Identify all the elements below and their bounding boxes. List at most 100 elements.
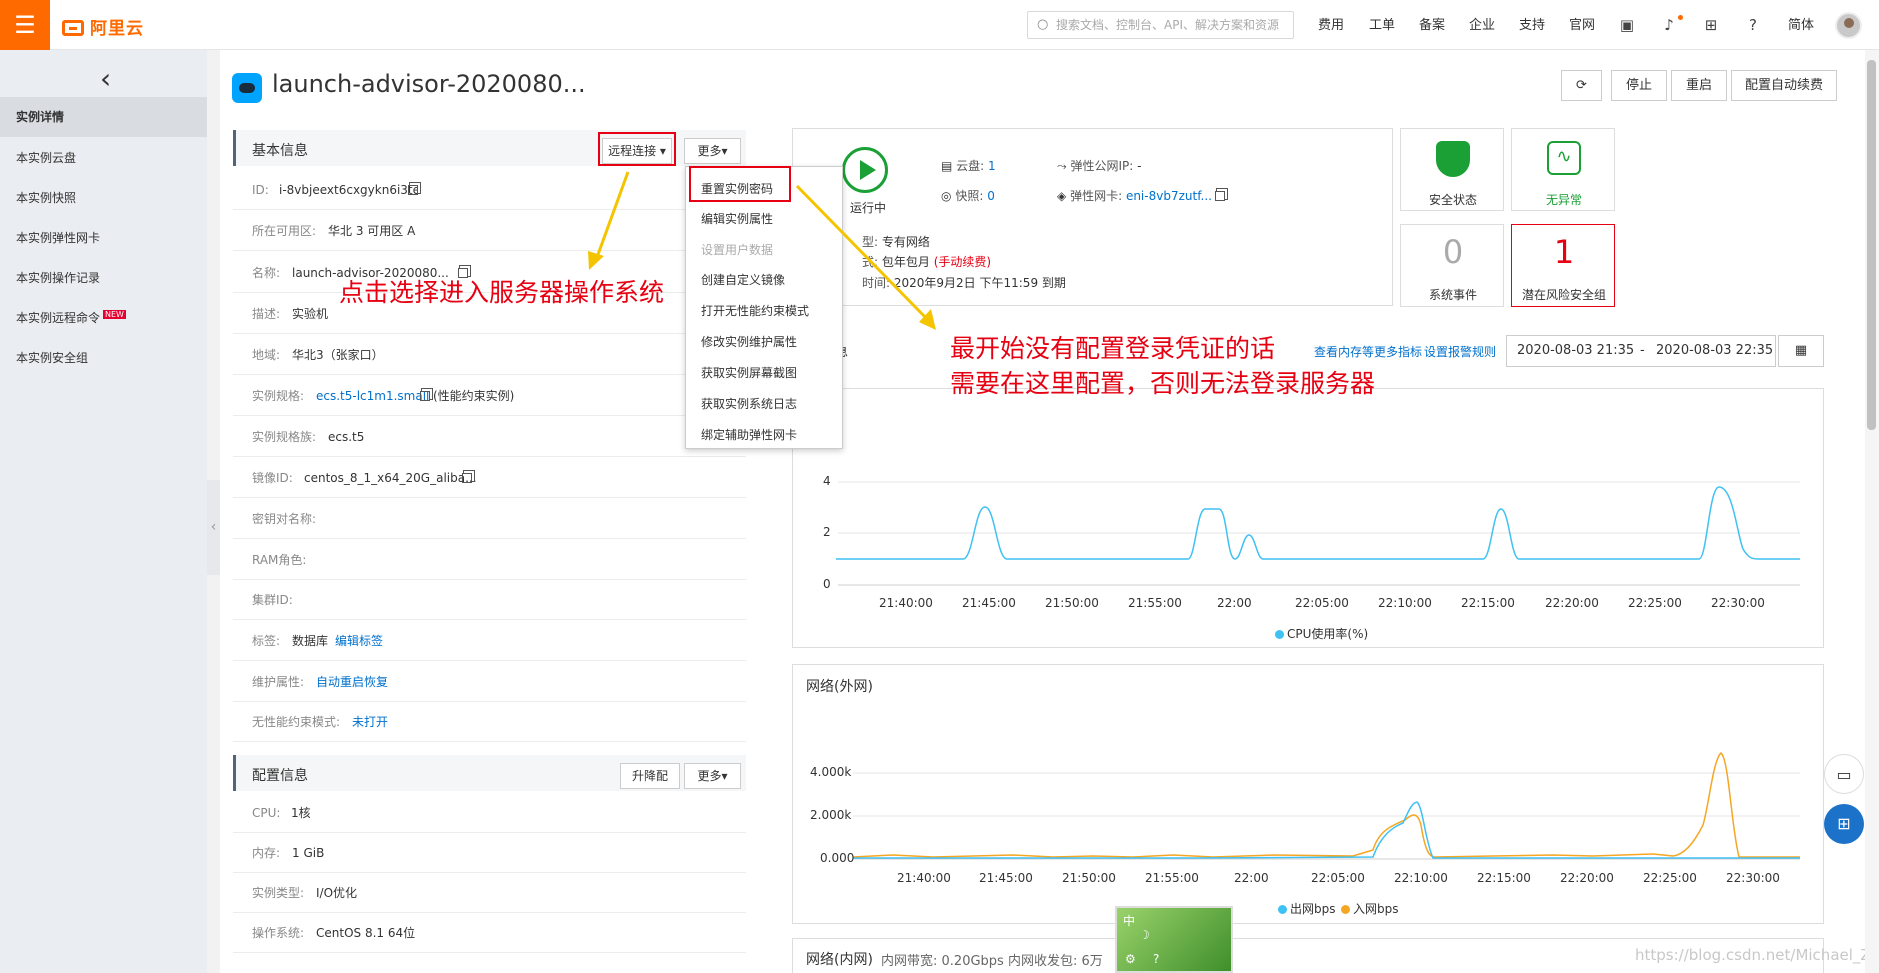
sidebar-item-eni[interactable]: 本实例弹性网卡 xyxy=(0,218,207,258)
moon-icon: ☽ xyxy=(1139,928,1150,942)
stop-button[interactable]: 停止 xyxy=(1611,70,1667,101)
network-chart: 网络(外网) 4.000k 2.000k 0.000 21:40:00 21:4… xyxy=(792,664,1824,924)
nav-tickets[interactable]: 工单 xyxy=(1369,0,1395,50)
running-icon xyxy=(842,147,888,193)
info-row-tags: 标签: 数据库 编辑标签 xyxy=(233,621,746,661)
gear-icon[interactable]: ⚙ xyxy=(1125,952,1136,966)
info-row-instance-type: 实例规格: ecs.t5-lc1m1.small (性能约束实例) xyxy=(233,376,746,416)
copy-icon[interactable] xyxy=(1214,191,1225,201)
snapshot-icon: ◎ xyxy=(941,189,952,203)
cpu-legend[interactable]: CPU使用率(%) xyxy=(1275,625,1368,642)
inbound-legend[interactable]: 入网bps xyxy=(1341,900,1399,917)
more-metrics-link[interactable]: 查看内存等更多指标 xyxy=(1314,343,1422,360)
intranet-title: 网络(内网) xyxy=(806,952,873,968)
scrollbar-thumb[interactable] xyxy=(1867,60,1876,430)
edit-tags-link[interactable]: 编辑标签 xyxy=(335,621,383,661)
sidebar-item-instance-details[interactable]: 实例详情 xyxy=(0,97,207,137)
time-range-picker[interactable]: 2020-08-03 21:35 - 2020-08-03 22:35 xyxy=(1506,335,1776,367)
shield-icon xyxy=(1436,141,1470,177)
annotation-right-line2: 需要在这里配置，否则无法登录服务器 xyxy=(950,369,1376,398)
aliyun-logo[interactable]: 阿里云 xyxy=(62,14,144,39)
nav-enterprise[interactable]: 企业 xyxy=(1469,0,1495,50)
upgrade-button[interactable]: 升降配 xyxy=(620,763,680,789)
system-events-card[interactable]: 0 系统事件 xyxy=(1400,224,1504,307)
menu-item-bind-eni[interactable]: 绑定辅助弹性网卡 xyxy=(701,426,797,443)
menu-item-edit-attributes[interactable]: 编辑实例属性 xyxy=(701,210,773,227)
sidebar-item-remote-commands[interactable]: 本实例远程命令 NEW xyxy=(0,298,207,338)
auto-renew-button[interactable]: 配置自动续费 xyxy=(1731,70,1837,101)
calendar-icon[interactable]: ▦ xyxy=(1778,335,1824,367)
chevron-left-icon[interactable]: ‹ xyxy=(100,62,111,95)
risk-card[interactable]: 1 潜在风险安全组 xyxy=(1511,224,1615,307)
refresh-icon[interactable]: ⟳ xyxy=(1561,70,1602,101)
nav-filing[interactable]: 备案 xyxy=(1419,0,1445,50)
y-tick-label: 4.000k xyxy=(810,765,852,779)
highlight-box xyxy=(598,132,676,166)
terminal-icon[interactable]: ▣ xyxy=(1617,15,1637,35)
collapse-handle[interactable]: ‹ xyxy=(207,480,220,575)
hamburger-icon[interactable]: ☰ xyxy=(0,0,50,50)
info-row-id: ID: i-8vbjeext6cxgykn6i3te xyxy=(233,170,746,210)
pulse-icon: ∿ xyxy=(1547,141,1581,175)
help-icon[interactable]: ? xyxy=(1743,15,1763,35)
search-input[interactable]: ○ 搜索文档、控制台、API、解决方案和资源 xyxy=(1027,11,1294,39)
health-card[interactable]: ∿ 无异常 xyxy=(1511,128,1615,211)
x-tick-label: 22:25:00 xyxy=(1628,596,1682,610)
config-row-os: 操作系统: CentOS 8.1 64位 xyxy=(233,913,746,953)
config-row-instance-class: 实例类型: I/O优化 xyxy=(233,873,746,913)
outbound-legend[interactable]: 出网bps xyxy=(1278,900,1336,917)
config-more-button[interactable]: 更多▾ xyxy=(684,763,741,789)
highlight-box xyxy=(689,166,791,202)
apps-icon[interactable]: ⊞ xyxy=(1824,804,1864,844)
nav-official-site[interactable]: 官网 xyxy=(1569,0,1595,50)
config-row-memory: 内存: 1 GiB xyxy=(233,833,746,873)
nav-support[interactable]: 支持 xyxy=(1519,0,1545,50)
chat-icon[interactable]: ▭ xyxy=(1824,754,1864,794)
cpu-usage-line xyxy=(836,486,1800,560)
info-row-region: 地域: 华北3（张家口） xyxy=(233,335,746,375)
legend-dot xyxy=(1341,905,1350,914)
sidebar-item-label: 本实例远程命令 xyxy=(16,311,101,325)
x-tick-label: 22:20:00 xyxy=(1560,871,1614,885)
copy-icon[interactable] xyxy=(420,391,430,401)
y-tick-label: 2 xyxy=(823,525,831,539)
menu-item-screenshot[interactable]: 获取实例屏幕截图 xyxy=(701,364,797,381)
help-icon[interactable]: ? xyxy=(1153,952,1159,966)
network-type: 型: 专有网络 xyxy=(862,235,930,249)
basic-info-title: 基本信息 xyxy=(252,143,308,159)
menu-item-create-image[interactable]: 创建自定义镜像 xyxy=(701,271,785,288)
auto-recover-link[interactable]: 自动重启恢复 xyxy=(316,662,388,702)
network-chart-svg xyxy=(852,752,1800,860)
instance-type-link[interactable]: ecs.t5-lc1m1.small xyxy=(316,376,429,416)
menu-item-unlimited-mode[interactable]: 打开无性能约束模式 xyxy=(701,302,809,319)
copy-icon[interactable] xyxy=(408,185,418,195)
cpu-chart: 4 2 0 21:40:00 21:45:00 21:50:00 21:55:0… xyxy=(792,388,1824,648)
y-tick-label: 0.000 xyxy=(820,851,855,865)
annotation-left: 点击选择进入服务器操作系统 xyxy=(339,278,665,307)
sidebar: ‹ 实例详情 本实例云盘 本实例快照 本实例弹性网卡 本实例操作记录 本实例远程… xyxy=(0,50,207,973)
sidebar-item-operation-log[interactable]: 本实例操作记录 xyxy=(0,258,207,298)
copy-icon[interactable] xyxy=(462,473,472,483)
ime-mode-text: 中 xyxy=(1123,914,1136,928)
security-status-card[interactable]: 安全状态 xyxy=(1400,128,1504,211)
info-row-zone: 所在可用区: 华北 3 可用区 A xyxy=(233,211,746,251)
avatar[interactable] xyxy=(1835,12,1862,39)
bell-icon[interactable]: ♪ xyxy=(1659,15,1679,35)
more-button[interactable]: 更多▾ xyxy=(684,138,741,164)
menu-item-system-log[interactable]: 获取实例系统日志 xyxy=(701,395,797,412)
alarm-rules-link[interactable]: 设置报警规则 xyxy=(1424,343,1496,360)
x-tick-label: 22:00 xyxy=(1234,871,1269,885)
watermark: https://blog.csdn.net/Michael_Zyy xyxy=(1635,946,1879,964)
menu-item-maintenance[interactable]: 修改实例维护属性 xyxy=(701,333,797,350)
sidebar-item-disks[interactable]: 本实例云盘 xyxy=(0,138,207,178)
restart-button[interactable]: 重启 xyxy=(1671,70,1727,101)
unlimited-mode-link[interactable]: 未打开 xyxy=(352,702,388,742)
info-row-unlimited-mode: 无性能约束模式: 未打开 xyxy=(233,702,746,742)
sidebar-item-snapshots[interactable]: 本实例快照 xyxy=(0,178,207,218)
language-switch[interactable]: 简体 xyxy=(1788,0,1814,50)
ime-widget[interactable]: 中 ☽ ⚙ ? xyxy=(1115,906,1233,973)
sidebar-item-security-groups[interactable]: 本实例安全组 xyxy=(0,338,207,378)
cart-icon[interactable]: ⊞ xyxy=(1701,15,1721,35)
events-count: 0 xyxy=(1442,233,1464,271)
nav-fees[interactable]: 费用 xyxy=(1318,0,1344,50)
